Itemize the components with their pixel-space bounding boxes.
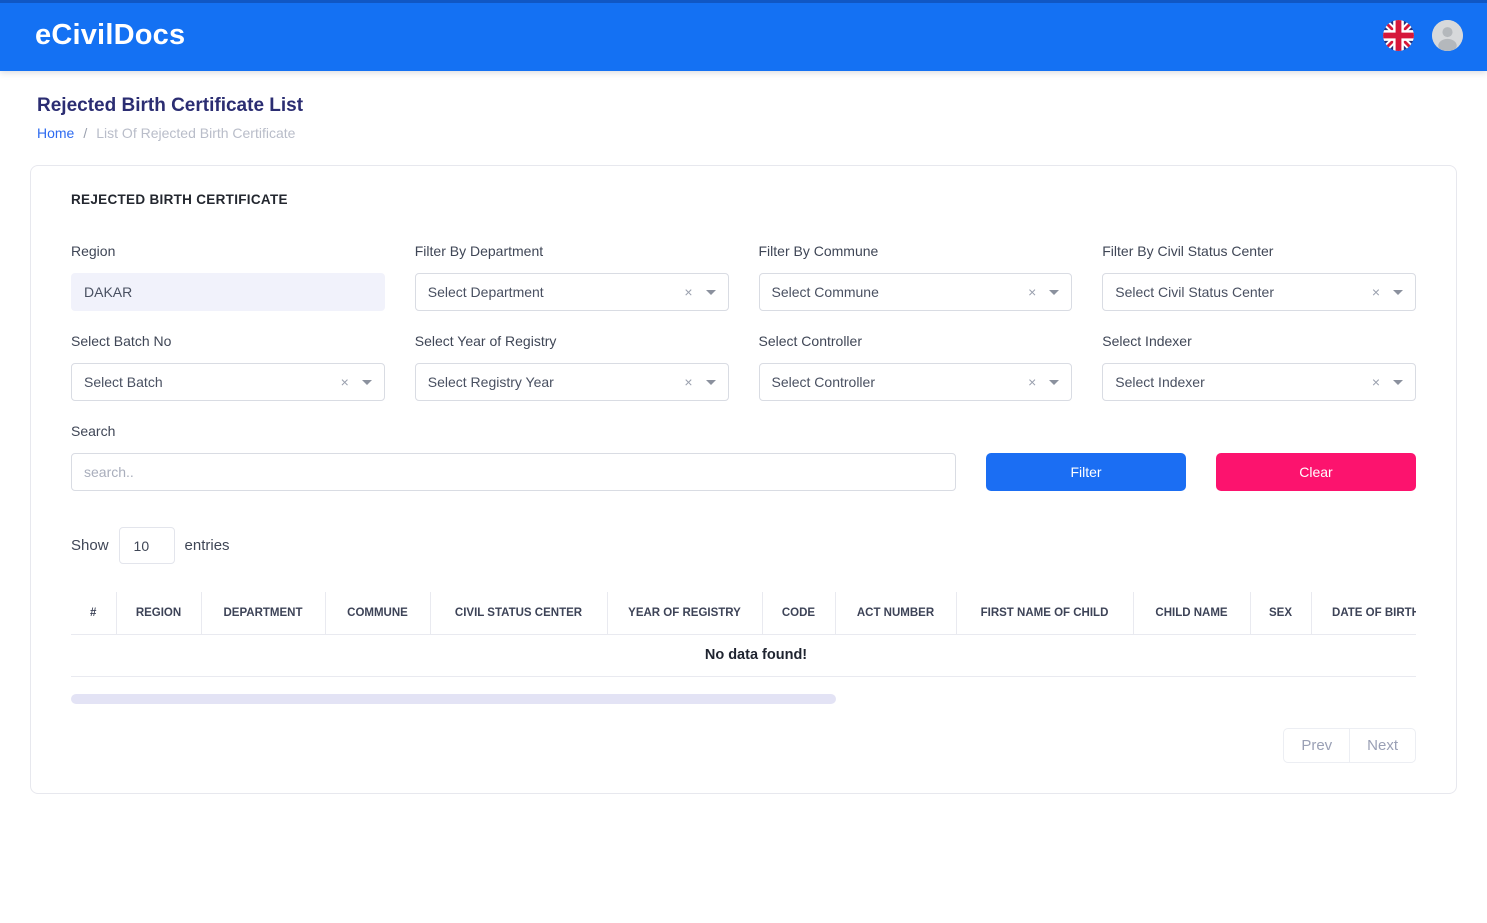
chevron-down-icon[interactable] <box>362 380 372 385</box>
uk-flag-icon <box>1383 20 1414 51</box>
table-viewport: # REGION DEPARTMENT COMMUNE CIVIL STATUS… <box>71 592 1416 677</box>
chevron-down-icon[interactable] <box>1049 290 1059 295</box>
civil-status-center-select-value: Select Civil Status Center <box>1115 284 1274 300</box>
registry-year-field: Select Year of Registry Select Registry … <box>415 333 729 401</box>
prev-page-button[interactable]: Prev <box>1283 728 1349 763</box>
no-data-message: No data found! <box>71 635 1416 677</box>
registry-year-select[interactable]: Select Registry Year × <box>415 363 729 401</box>
column-header-year-of-registry: YEAR OF REGISTRY <box>607 592 762 635</box>
search-label: Search <box>71 423 956 439</box>
chevron-down-icon[interactable] <box>1049 380 1059 385</box>
entries-label: entries <box>185 537 230 554</box>
region-input[interactable]: DAKAR <box>71 273 385 311</box>
controller-select[interactable]: Select Controller × <box>759 363 1073 401</box>
indexer-field: Select Indexer Select Indexer × <box>1102 333 1416 401</box>
empty-state-row: No data found! <box>71 635 1416 677</box>
search-field: Search <box>71 423 956 491</box>
filter-button[interactable]: Filter <box>986 453 1186 491</box>
column-header-date-of-birth: DATE OF BIRTH <box>1311 592 1416 635</box>
chevron-down-icon[interactable] <box>706 290 716 295</box>
brand-logo[interactable]: eCivilDocs <box>35 19 185 52</box>
avatar-icon <box>1432 20 1463 51</box>
chevron-down-icon[interactable] <box>706 380 716 385</box>
clear-icon[interactable]: × <box>1372 285 1380 299</box>
rejected-birth-certificate-card: REJECTED BIRTH CERTIFICATE Region DAKAR … <box>30 165 1457 794</box>
column-header-code: CODE <box>762 592 835 635</box>
clear-icon[interactable]: × <box>684 375 692 389</box>
page-title: Rejected Birth Certificate List <box>37 95 1450 117</box>
department-select-value: Select Department <box>428 284 544 300</box>
breadcrumb-current: List Of Rejected Birth Certificate <box>96 125 295 141</box>
clear-icon[interactable]: × <box>1028 285 1036 299</box>
department-label: Filter By Department <box>415 243 729 259</box>
department-field: Filter By Department Select Department × <box>415 243 729 311</box>
page-header: Rejected Birth Certificate List Home / L… <box>0 71 1487 141</box>
filter-grid: Region DAKAR Filter By Department Select… <box>71 243 1416 401</box>
commune-select[interactable]: Select Commune × <box>759 273 1073 311</box>
batch-field: Select Batch No Select Batch × <box>71 333 385 401</box>
clear-icon[interactable]: × <box>341 375 349 389</box>
controller-select-value: Select Controller <box>772 374 876 390</box>
column-header-civil-status-center: CIVIL STATUS CENTER <box>430 592 607 635</box>
language-switcher-uk-flag-icon[interactable] <box>1383 20 1414 51</box>
clear-icon[interactable]: × <box>1028 375 1036 389</box>
column-header-commune: COMMUNE <box>325 592 430 635</box>
column-header-sex: SEX <box>1250 592 1311 635</box>
clear-button[interactable]: Clear <box>1216 453 1416 491</box>
civil-status-center-select[interactable]: Select Civil Status Center × <box>1102 273 1416 311</box>
topbar-actions <box>1383 20 1463 51</box>
clear-icon[interactable]: × <box>684 285 692 299</box>
column-header-region: REGION <box>116 592 201 635</box>
batch-label: Select Batch No <box>71 333 385 349</box>
next-page-button[interactable]: Next <box>1349 728 1416 763</box>
breadcrumb-home-link[interactable]: Home <box>37 125 74 141</box>
horizontal-scrollbar-thumb[interactable] <box>71 694 836 704</box>
civil-status-center-field: Filter By Civil Status Center Select Civ… <box>1102 243 1416 311</box>
search-row: Search Filter Clear <box>71 423 1416 491</box>
department-select[interactable]: Select Department × <box>415 273 729 311</box>
column-header-index: # <box>71 592 116 635</box>
clear-icon[interactable]: × <box>1372 375 1380 389</box>
card-title: REJECTED BIRTH CERTIFICATE <box>71 192 1416 207</box>
breadcrumb: Home / List Of Rejected Birth Certificat… <box>37 125 1450 141</box>
column-header-act-number: ACT NUMBER <box>835 592 956 635</box>
horizontal-scrollbar-track <box>71 694 1416 704</box>
breadcrumb-separator: / <box>83 125 87 141</box>
controller-field: Select Controller Select Controller × <box>759 333 1073 401</box>
batch-select[interactable]: Select Batch × <box>71 363 385 401</box>
chevron-down-icon[interactable] <box>1393 380 1403 385</box>
civil-status-center-label: Filter By Civil Status Center <box>1102 243 1416 259</box>
search-input[interactable] <box>71 453 956 491</box>
region-label: Region <box>71 243 385 259</box>
column-header-child-name: CHILD NAME <box>1133 592 1250 635</box>
user-menu-avatar[interactable] <box>1432 20 1463 51</box>
registry-year-select-value: Select Registry Year <box>428 374 554 390</box>
rejected-certificates-table: # REGION DEPARTMENT COMMUNE CIVIL STATUS… <box>71 592 1416 677</box>
entries-length-control: Show entries <box>71 527 1416 564</box>
commune-select-value: Select Commune <box>772 284 879 300</box>
show-label: Show <box>71 537 109 554</box>
indexer-select-value: Select Indexer <box>1115 374 1205 390</box>
indexer-select[interactable]: Select Indexer × <box>1102 363 1416 401</box>
batch-select-value: Select Batch <box>84 374 163 390</box>
entries-count-input[interactable] <box>119 527 175 564</box>
registry-year-label: Select Year of Registry <box>415 333 729 349</box>
indexer-label: Select Indexer <box>1102 333 1416 349</box>
column-header-department: DEPARTMENT <box>201 592 325 635</box>
region-field: Region DAKAR <box>71 243 385 311</box>
commune-label: Filter By Commune <box>759 243 1073 259</box>
controller-label: Select Controller <box>759 333 1073 349</box>
region-value: DAKAR <box>84 284 132 300</box>
pagination: Prev Next <box>71 728 1416 763</box>
chevron-down-icon[interactable] <box>1393 290 1403 295</box>
commune-field: Filter By Commune Select Commune × <box>759 243 1073 311</box>
column-header-first-name-of-child: FIRST NAME OF CHILD <box>956 592 1133 635</box>
top-navbar: eCivilDocs <box>0 0 1487 71</box>
table-header-row: # REGION DEPARTMENT COMMUNE CIVIL STATUS… <box>71 592 1416 635</box>
